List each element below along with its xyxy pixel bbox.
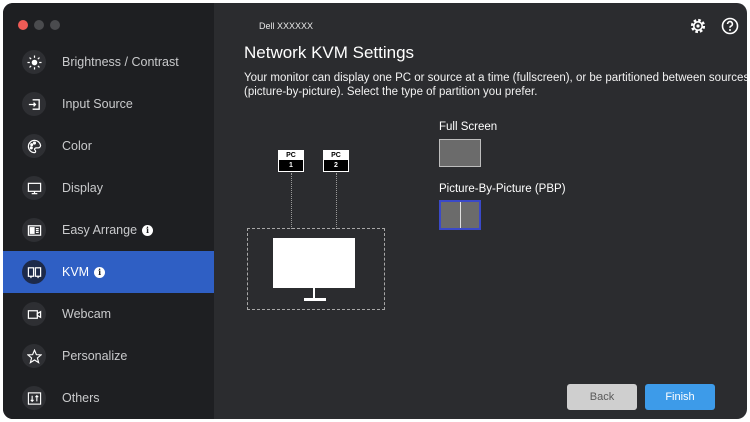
- sidebar: Brightness / Contrast Input Source Color…: [3, 3, 214, 419]
- finish-button[interactable]: Finish: [645, 384, 715, 410]
- sidebar-item-personalize[interactable]: Personalize: [3, 335, 214, 377]
- help-icon[interactable]: [721, 17, 739, 35]
- input-source-icon: [22, 92, 46, 116]
- gear-icon[interactable]: [689, 17, 707, 35]
- sidebar-item-label: Webcam: [62, 307, 112, 321]
- easy-arrange-icon: [22, 218, 46, 242]
- monitor-screen: [273, 238, 355, 288]
- pbp-option[interactable]: [439, 200, 481, 230]
- sidebar-item-webcam[interactable]: Webcam: [3, 293, 214, 335]
- star-icon: [22, 344, 46, 368]
- top-toolbar: [689, 17, 739, 35]
- pbp-label: Picture-By-Picture (PBP): [439, 183, 566, 195]
- pc2-label: PC: [324, 151, 348, 160]
- sidebar-item-input-source[interactable]: Input Source: [3, 83, 214, 125]
- page-description: Your monitor can display one PC or sourc…: [244, 72, 747, 98]
- pc1-label: PC: [279, 151, 303, 160]
- sidebar-item-label: KVM: [62, 265, 90, 279]
- sidebar-item-color[interactable]: Color: [3, 125, 214, 167]
- info-icon[interactable]: i: [94, 266, 106, 278]
- sidebar-item-display[interactable]: Display: [3, 167, 214, 209]
- webcam-icon: [22, 302, 46, 326]
- main-panel: Dell XXXXXX Network KVM Settings Your mo…: [214, 3, 747, 419]
- sidebar-item-others[interactable]: Others: [3, 377, 214, 419]
- sidebar-item-label: Brightness / Contrast: [62, 55, 179, 69]
- page-title: Network KVM Settings: [244, 43, 415, 62]
- display-icon: [22, 176, 46, 200]
- zoom-window-button[interactable]: [50, 20, 60, 30]
- sidebar-item-label: Others: [62, 391, 100, 405]
- info-icon[interactable]: i: [142, 224, 154, 236]
- pc2-number: 2: [334, 162, 338, 169]
- kvm-diagram: PC 1 PC 2: [244, 143, 389, 313]
- others-icon: [22, 386, 46, 410]
- app-window: Brightness / Contrast Input Source Color…: [3, 3, 747, 419]
- monitor-stand: [313, 288, 315, 298]
- sidebar-item-label: Personalize: [62, 349, 128, 363]
- pc1-tag: PC 1: [278, 150, 304, 172]
- sidebar-item-label: Input Source: [62, 97, 133, 111]
- sidebar-item-brightness-contrast[interactable]: Brightness / Contrast: [3, 41, 214, 83]
- sidebar-nav: Brightness / Contrast Input Source Color…: [3, 41, 214, 419]
- sidebar-item-label: Display: [62, 181, 103, 195]
- sidebar-item-label: Easy Arrange: [62, 223, 138, 237]
- monitor-base: [304, 298, 326, 301]
- monitor-model-name: Dell XXXXXX: [259, 21, 314, 31]
- sidebar-item-easy-arrange[interactable]: Easy Arrange i: [3, 209, 214, 251]
- pbp-right-pane: [461, 202, 480, 228]
- pc1-number: 1: [289, 162, 293, 169]
- window-controls: [18, 20, 60, 30]
- pc2-connector: [336, 173, 337, 229]
- kvm-icon: [22, 260, 46, 284]
- pc1-connector: [291, 173, 292, 229]
- pc2-tag: PC 2: [323, 150, 349, 172]
- close-window-button[interactable]: [18, 20, 28, 30]
- full-screen-label: Full Screen: [439, 121, 498, 133]
- sun-icon: [22, 50, 46, 74]
- sidebar-item-label: Color: [62, 139, 92, 153]
- palette-icon: [22, 134, 46, 158]
- sidebar-item-kvm[interactable]: KVM i: [3, 251, 214, 293]
- minimize-window-button[interactable]: [34, 20, 44, 30]
- full-screen-option[interactable]: [439, 139, 481, 167]
- pbp-left-pane: [441, 202, 460, 228]
- back-button[interactable]: Back: [567, 384, 637, 410]
